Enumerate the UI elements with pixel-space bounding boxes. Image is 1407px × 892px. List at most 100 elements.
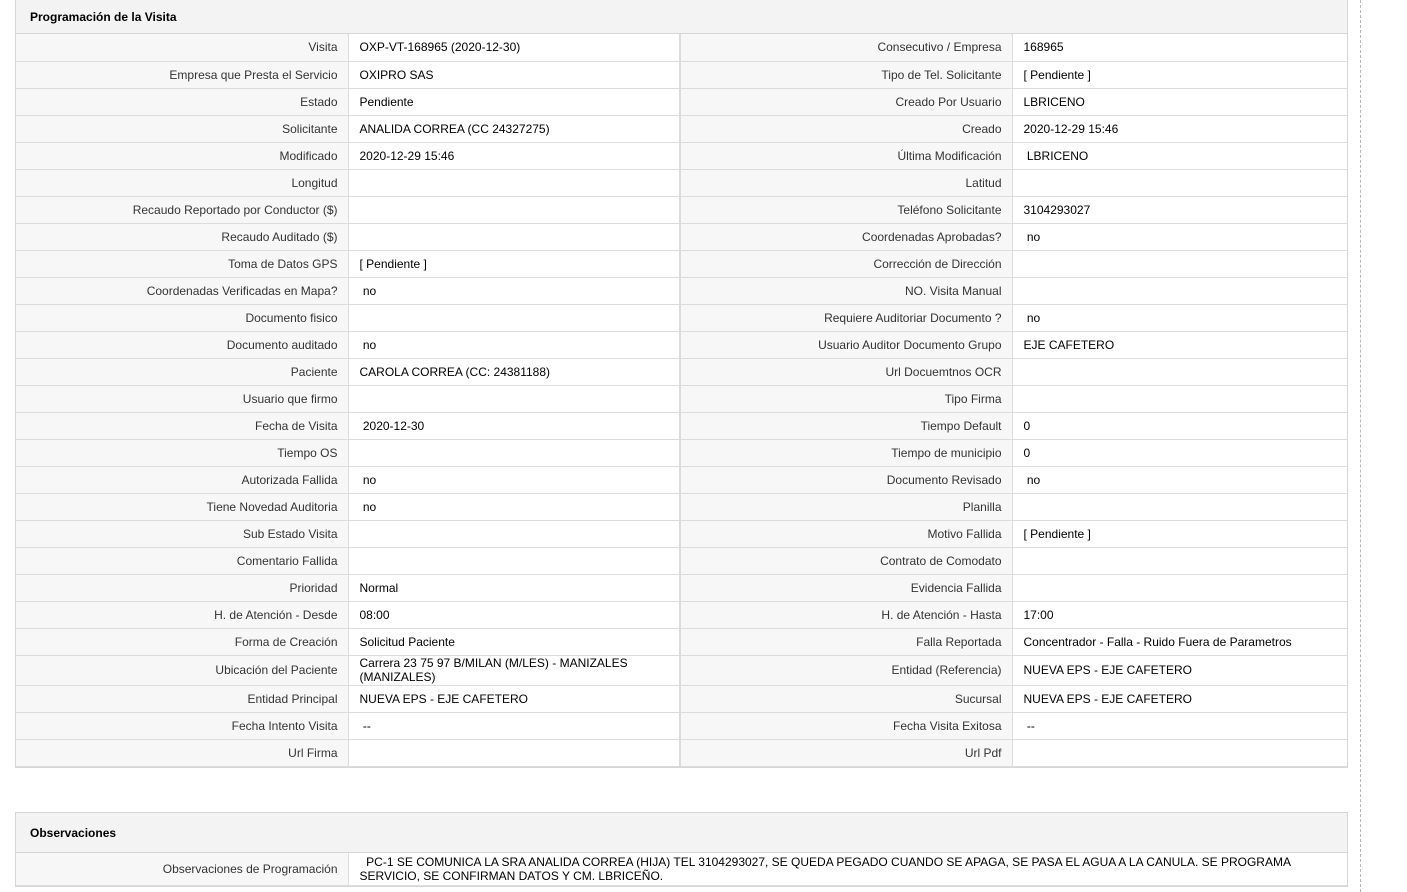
- detail-row: Usuario que firmo Tipo Firma: [16, 385, 1347, 413]
- field-label: Tiempo OS: [16, 439, 349, 467]
- field-label: Paciente: [16, 358, 349, 386]
- field-label: Motivo Fallida: [680, 520, 1013, 548]
- observaciones-header: Observaciones: [16, 813, 1347, 853]
- field-label: Usuario que firmo: [16, 385, 349, 413]
- detail-row: Recaudo Auditado ($) Coordenadas Aprobada…: [16, 223, 1347, 251]
- detail-row: Paciente CAROLA CORREA (CC: 24381188) Url …: [16, 358, 1347, 386]
- field-label: Url Docuemtnos OCR: [680, 358, 1013, 386]
- field-label: Evidencia Fallida: [680, 574, 1013, 602]
- field-label: Fecha Intento Visita: [16, 712, 349, 740]
- field-label: Usuario Auditor Documento Grupo: [680, 331, 1013, 359]
- field-value: 2020-12-29 15:46: [1012, 115, 1347, 143]
- field-label: Documento auditado: [16, 331, 349, 359]
- field-value: NUEVA EPS - EJE CAFETERO: [1012, 655, 1347, 686]
- observaciones-value: PC-1 SE COMUNICA LA SRA ANALIDA CORREA (…: [348, 853, 1347, 886]
- detail-row: Estado Pendiente Creado Por Usuario LBRICEN…: [16, 88, 1347, 116]
- programacion-header: Programación de la Visita: [16, 0, 1347, 34]
- field-value: NUEVA EPS - EJE CAFETERO: [348, 685, 681, 713]
- field-value: CAROLA CORREA (CC: 24381188): [348, 358, 681, 386]
- field-label: Url Pdf: [680, 739, 1013, 767]
- field-value: [348, 739, 681, 767]
- field-value: 17:00: [1012, 601, 1347, 629]
- detail-row: Documento fisico Requiere Auditoriar Docu…: [16, 304, 1347, 332]
- field-value: [1012, 574, 1347, 602]
- field-value: --: [348, 712, 681, 740]
- field-value: [348, 547, 681, 575]
- field-value: no: [348, 493, 681, 521]
- field-value: Concentrador - Falla - Ruido Fuera de Pa…: [1012, 628, 1347, 656]
- field-label: H. de Atención - Desde: [16, 601, 349, 629]
- field-value: Solicitud Paciente: [348, 628, 681, 656]
- field-value: [348, 304, 681, 332]
- field-value: no: [1012, 223, 1347, 251]
- field-label: Sucursal: [680, 685, 1013, 713]
- detail-row: Prioridad Normal Evidencia Fallida: [16, 574, 1347, 602]
- field-value: Carrera 23 75 97 B/MILAN (M/LES) - MANIZ…: [348, 655, 681, 686]
- field-label: Forma de Creación: [16, 628, 349, 656]
- observaciones-table: Observaciones de Programación PC-1 SE CO…: [16, 853, 1347, 886]
- field-value: [348, 196, 681, 224]
- detail-row: Fecha Intento Visita -- Fecha Visita Exit…: [16, 712, 1347, 740]
- observaciones-row: Observaciones de Programación PC-1 SE CO…: [16, 853, 1347, 886]
- field-value: no: [348, 331, 681, 359]
- detail-row: Entidad Principal NUEVA EPS - EJE CAFETER…: [16, 685, 1347, 713]
- observaciones-title: Observaciones: [30, 825, 117, 840]
- field-label: Ubicación del Paciente: [16, 655, 349, 686]
- field-value: [348, 439, 681, 467]
- field-value: no: [1012, 304, 1347, 332]
- field-label: Documento fisico: [16, 304, 349, 332]
- field-label: NO. Visita Manual: [680, 277, 1013, 305]
- field-value: [1012, 250, 1347, 278]
- field-label: Tiempo de municipio: [680, 439, 1013, 467]
- detail-row: Url Firma Url Pdf: [16, 739, 1347, 767]
- field-label: Entidad (Referencia): [680, 655, 1013, 686]
- field-label: Estado: [16, 88, 349, 116]
- field-label: Comentario Fallida: [16, 547, 349, 575]
- field-label: Consecutivo / Empresa: [680, 34, 1013, 62]
- field-value: LBRICENO: [1012, 142, 1347, 170]
- field-label: Visita: [16, 34, 349, 62]
- detail-row: Ubicación del Paciente Carrera 23 75 97 B…: [16, 655, 1347, 686]
- field-label: Toma de Datos GPS: [16, 250, 349, 278]
- field-value: no: [348, 466, 681, 494]
- field-label: Entidad Principal: [16, 685, 349, 713]
- field-value: 168965: [1012, 34, 1347, 62]
- field-label: Teléfono Solicitante: [680, 196, 1013, 224]
- field-value: 08:00: [348, 601, 681, 629]
- field-value: [348, 169, 681, 197]
- detail-row: Modificado 2020-12-29 15:46 Última Modific…: [16, 142, 1347, 170]
- detail-row: Fecha de Visita 2020-12-30 Tiempo Default…: [16, 412, 1347, 440]
- field-value: no: [348, 277, 681, 305]
- field-value: [ Pendiente ]: [1012, 520, 1347, 548]
- field-label: Coordenadas Aprobadas?: [680, 223, 1013, 251]
- field-value: --: [1012, 712, 1347, 740]
- field-label: Url Firma: [16, 739, 349, 767]
- field-value: EJE CAFETERO: [1012, 331, 1347, 359]
- field-label: Contrato de Comodato: [680, 547, 1013, 575]
- programacion-title: Programación de la Visita: [30, 9, 177, 24]
- detail-row: Forma de Creación Solicitud Paciente Falla…: [16, 628, 1347, 656]
- field-label: Planilla: [680, 493, 1013, 521]
- field-value: [348, 223, 681, 251]
- field-label: Corrección de Dirección: [680, 250, 1013, 278]
- field-label: Tiempo Default: [680, 412, 1013, 440]
- detail-row: Visita OXP-VT-168965 (2020-12-30) Consecut…: [16, 34, 1347, 62]
- field-value: LBRICENO: [1012, 88, 1347, 116]
- field-label: Latitud: [680, 169, 1013, 197]
- detail-row: Longitud Latitud: [16, 169, 1347, 197]
- field-label: Modificado: [16, 142, 349, 170]
- field-label: Fecha de Visita: [16, 412, 349, 440]
- field-label: Última Modificación: [680, 142, 1013, 170]
- field-value: 2020-12-29 15:46: [348, 142, 681, 170]
- field-value: 0: [1012, 412, 1347, 440]
- detail-row: Tiempo OS Tiempo de municipio 0: [16, 439, 1347, 467]
- field-value: ANALIDA CORREA (CC 24327275): [348, 115, 681, 143]
- field-value: [348, 385, 681, 413]
- field-value: [1012, 358, 1347, 386]
- field-label: Requiere Auditoriar Documento ?: [680, 304, 1013, 332]
- field-label: Tiene Novedad Auditoria: [16, 493, 349, 521]
- field-label: Tipo Firma: [680, 385, 1013, 413]
- field-label: Recaudo Reportado por Conductor ($): [16, 196, 349, 224]
- field-label: Falla Reportada: [680, 628, 1013, 656]
- field-label: Coordenadas Verificadas en Mapa?: [16, 277, 349, 305]
